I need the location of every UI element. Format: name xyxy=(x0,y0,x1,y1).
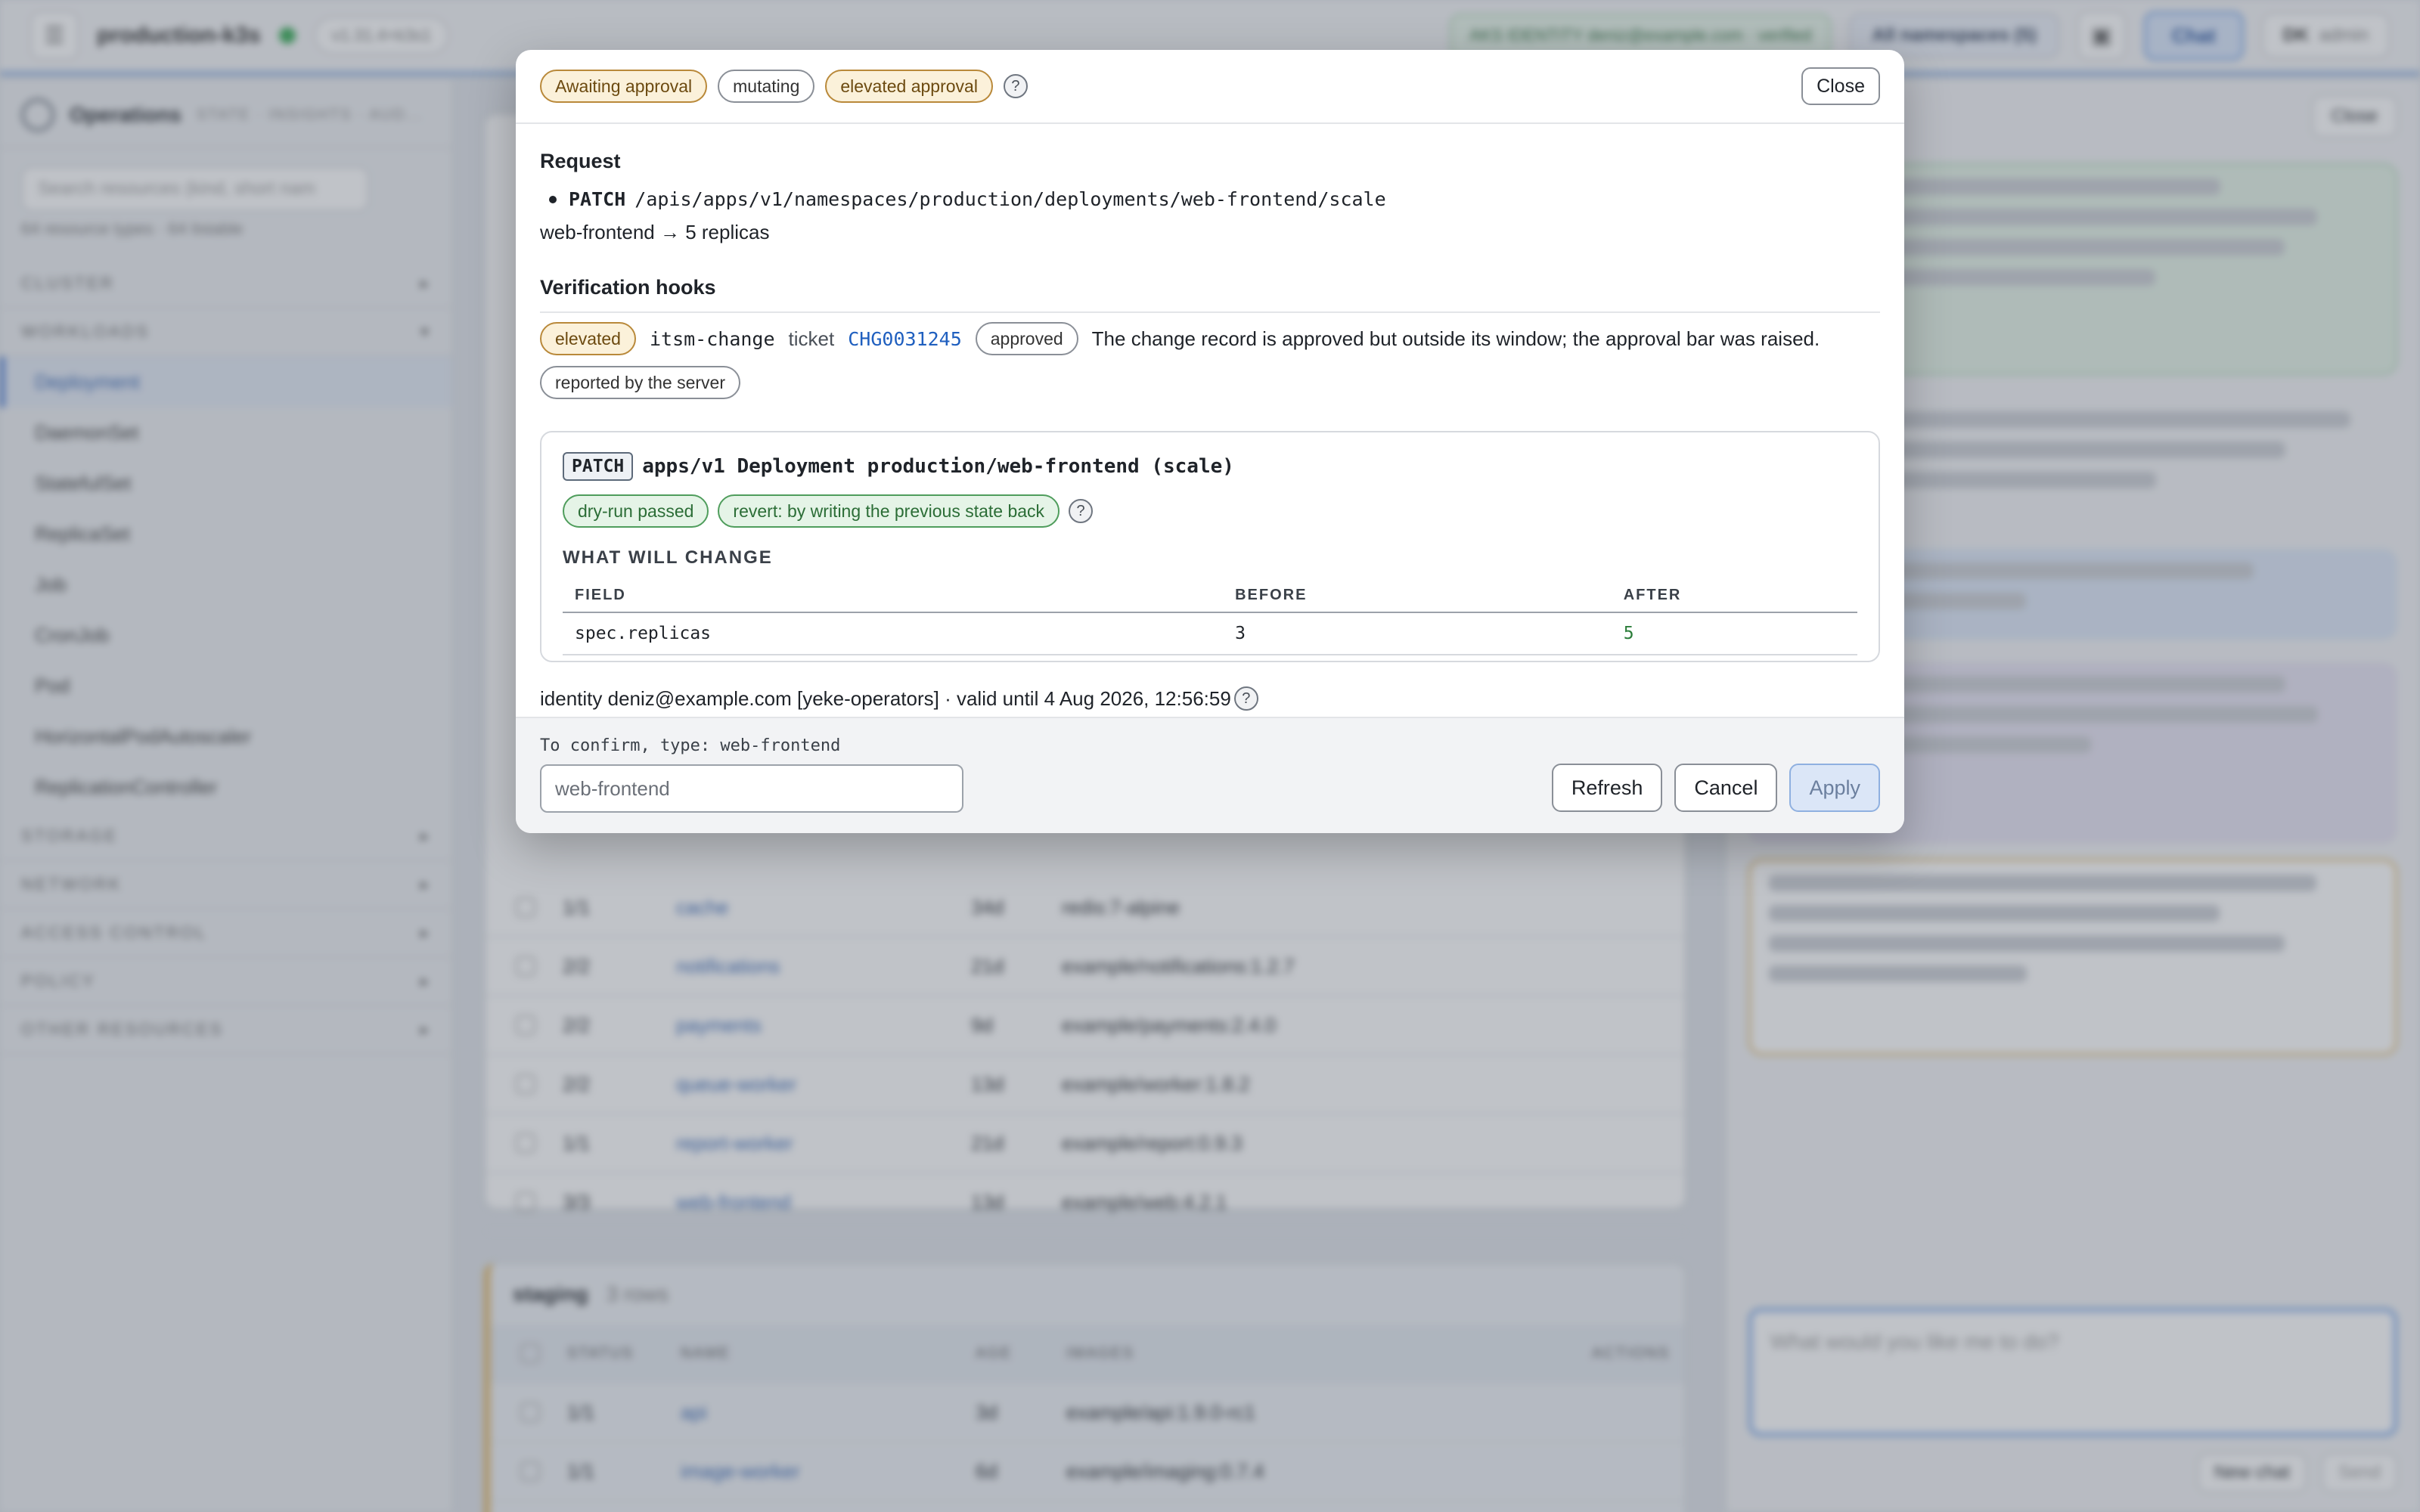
status-badge: Awaiting approval xyxy=(540,70,708,103)
cancel-button[interactable]: Cancel xyxy=(1674,764,1778,812)
dialog-body: Request PATCH /apis/apps/v1/namespaces/p… xyxy=(516,124,1904,711)
refresh-button[interactable]: Refresh xyxy=(1551,764,1663,812)
column-header-after: AFTER xyxy=(1611,582,1857,613)
change-field: spec.replicas xyxy=(563,612,1224,655)
column-header-field: FIELD xyxy=(563,582,1224,613)
dialog-header: Awaiting approval mutating elevated appr… xyxy=(516,50,1904,124)
request-path: /apis/apps/v1/namespaces/production/depl… xyxy=(634,188,1386,210)
identity-text: identity deniz@example.com [yeke-operato… xyxy=(540,686,1231,710)
hook-row: elevated itsm-change ticket CHG0031245 a… xyxy=(540,322,1880,355)
operation-signature: apps/v1 Deployment production/web-fronte… xyxy=(642,455,1234,478)
ticket-status-badge: approved xyxy=(975,322,1078,355)
apply-button[interactable]: Apply xyxy=(1789,764,1880,812)
request-method: PATCH xyxy=(569,188,626,210)
ticket-label: ticket xyxy=(788,327,835,350)
hook-level-badge: elevated xyxy=(540,322,636,355)
kind-badge: mutating xyxy=(718,70,815,103)
dialog-footer: To confirm, type: web-frontend Refresh C… xyxy=(516,717,1904,833)
hooks-title: Verification hooks xyxy=(540,276,1880,313)
dry-run-badge: dry-run passed xyxy=(563,494,709,528)
confirm-label: To confirm, type: web-frontend xyxy=(540,736,841,755)
approval-dialog: Awaiting approval mutating elevated appr… xyxy=(516,50,1904,833)
ticket-link[interactable]: CHG0031245 xyxy=(848,328,962,350)
approval-level-badge: elevated approval xyxy=(825,70,993,103)
operation-method-tag: PATCH xyxy=(563,452,634,481)
identity-line: identity deniz@example.com [yeke-operato… xyxy=(540,686,1880,711)
confirm-input[interactable] xyxy=(540,764,963,813)
close-button[interactable]: Close xyxy=(1801,67,1880,105)
changes-title: WHAT WILL CHANGE xyxy=(563,547,773,568)
change-after: 5 xyxy=(1611,612,1857,655)
hook-message: The change record is approved but outsid… xyxy=(1091,327,1820,350)
request-summary: web-frontend → 5 replicas xyxy=(540,221,770,243)
help-icon[interactable]: ? xyxy=(1003,74,1028,98)
operation-card: PATCH apps/v1 Deployment production/web-… xyxy=(540,431,1880,662)
help-icon[interactable]: ? xyxy=(1069,499,1094,523)
request-title: Request xyxy=(540,150,621,172)
hook-name: itsm-change xyxy=(649,327,775,350)
column-header-before: BEFORE xyxy=(1223,582,1612,613)
table-row: spec.replicas 3 5 xyxy=(563,612,1857,655)
changes-table: FIELD BEFORE AFTER spec.replicas 3 5 xyxy=(563,582,1857,655)
help-icon[interactable]: ? xyxy=(1233,686,1258,711)
request-line: PATCH /apis/apps/v1/namespaces/productio… xyxy=(540,188,1880,210)
hook-source-badge: reported by the server xyxy=(540,366,741,399)
revert-badge: revert: by writing the previous state ba… xyxy=(718,494,1060,528)
bullet-icon xyxy=(549,195,557,203)
change-before: 3 xyxy=(1223,612,1612,655)
